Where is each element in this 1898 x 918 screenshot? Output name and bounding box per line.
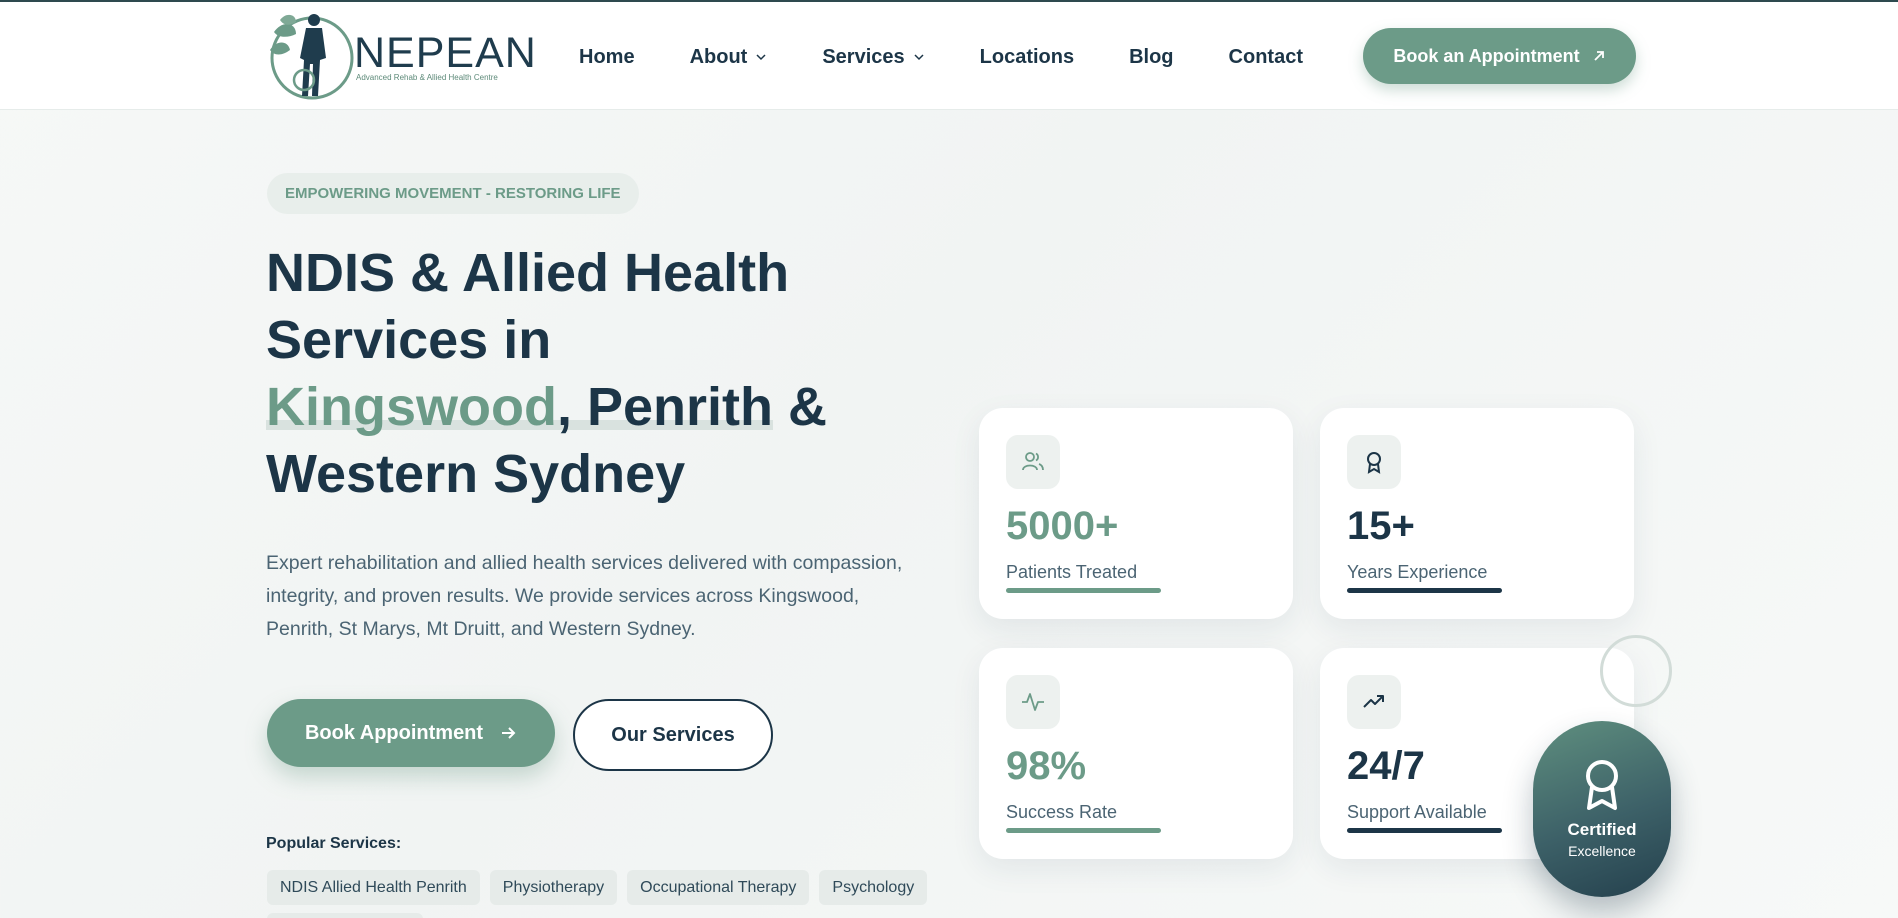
popular-services-label: Popular Services: <box>266 835 402 852</box>
book-appointment-button[interactable]: Book Appointment <box>267 699 555 767</box>
nav-blog-label: Blog <box>1129 45 1174 68</box>
nav-locations-label: Locations <box>979 45 1075 68</box>
logo-subtitle: Advanced Rehab & Allied Health Centre <box>356 73 498 82</box>
book-appointment-label: Book Appointment <box>304 721 484 744</box>
hero-description: Expert rehabilitation and allied health … <box>266 552 903 640</box>
hero-headline: NDIS & Allied Health Services in Kingswo… <box>266 240 866 508</box>
site-header: NEPEAN Advanced Rehab & Allied Health Ce… <box>0 2 1898 110</box>
logo[interactable]: NEPEAN Advanced Rehab & Allied Health Ce… <box>266 10 536 102</box>
stat-card-experience: 15+ Years Experience <box>1320 408 1634 619</box>
stat-value: 15+ <box>1347 504 1415 548</box>
award-icon <box>1586 760 1618 810</box>
arrow-up-right-icon <box>1594 51 1604 61</box>
main-nav: Home About Services Locations Blog Conta… <box>579 42 1303 72</box>
book-appointment-header-label: Book an Appointment <box>1393 45 1580 66</box>
service-chip[interactable]: Occupational Therapy <box>627 870 810 905</box>
service-chip[interactable]: Psychology <box>819 870 928 905</box>
nav-contact[interactable]: Contact <box>1229 46 1303 69</box>
stat-label: Years Experience <box>1347 562 1488 582</box>
our-services-button[interactable]: Our Services <box>573 699 773 771</box>
stat-accent-bar <box>1006 828 1161 833</box>
stat-label: Success Rate <box>1006 802 1118 822</box>
award-icon <box>1347 435 1401 489</box>
trending-up-icon <box>1347 675 1401 729</box>
decorative-ring <box>1600 635 1672 707</box>
stat-accent-bar <box>1006 588 1161 593</box>
stat-value: 24/7 <box>1347 744 1425 788</box>
chevron-down-icon <box>756 54 766 61</box>
logo-name: NEPEAN <box>354 29 537 77</box>
our-services-label: Our Services <box>611 723 735 746</box>
nav-home-label: Home <box>579 45 635 68</box>
nav-home[interactable]: Home <box>579 46 635 69</box>
badge-title: Certified <box>1567 820 1637 839</box>
chevron-down-icon <box>914 54 924 61</box>
nav-about[interactable]: About <box>690 46 768 69</box>
activity-icon <box>1006 675 1060 729</box>
headline-highlight: Kingswood <box>266 377 557 437</box>
headline-city: , Penrith <box>556 377 773 437</box>
arrow-right-icon <box>502 727 516 739</box>
popular-services-list: NDIS Allied Health Penrith Physiotherapy… <box>267 870 937 905</box>
nav-blog[interactable]: Blog <box>1129 46 1173 69</box>
nav-services[interactable]: Services <box>822 46 924 69</box>
nav-about-label: About <box>689 45 748 68</box>
service-chip[interactable]: Physiotherapy <box>489 870 618 905</box>
stat-accent-bar <box>1347 588 1502 593</box>
nav-locations[interactable]: Locations <box>980 46 1074 69</box>
stat-card-patients: 5000+ Patients Treated <box>979 408 1293 619</box>
stat-card-success: 98% Success Rate <box>979 648 1293 859</box>
badge-subtitle: Excellence <box>1568 843 1636 859</box>
service-chip[interactable]: NDIS Allied Health Penrith <box>267 870 480 905</box>
logo-figure-icon <box>270 14 354 100</box>
users-icon <box>1006 435 1060 489</box>
hero-tagline: EMPOWERING MOVEMENT - RESTORING LIFE <box>267 173 639 214</box>
stat-label: Patients Treated <box>1006 562 1138 582</box>
stat-accent-bar <box>1347 828 1502 833</box>
headline-ampersand: & <box>773 377 827 437</box>
stat-label: Support Available <box>1347 802 1487 822</box>
nav-contact-label: Contact <box>1228 45 1303 68</box>
headline-line-4: Western Sydney <box>266 444 686 504</box>
headline-line-1: NDIS & Allied Health <box>266 243 790 303</box>
certified-badge: Certified Excellence <box>1533 721 1671 897</box>
stat-value: 5000+ <box>1006 504 1119 548</box>
service-chip[interactable] <box>267 913 423 918</box>
book-appointment-header-button[interactable]: Book an Appointment <box>1363 28 1636 84</box>
nav-services-label: Services <box>822 45 905 68</box>
headline-line-2: Services in <box>266 310 552 370</box>
stat-value: 98% <box>1006 744 1087 788</box>
